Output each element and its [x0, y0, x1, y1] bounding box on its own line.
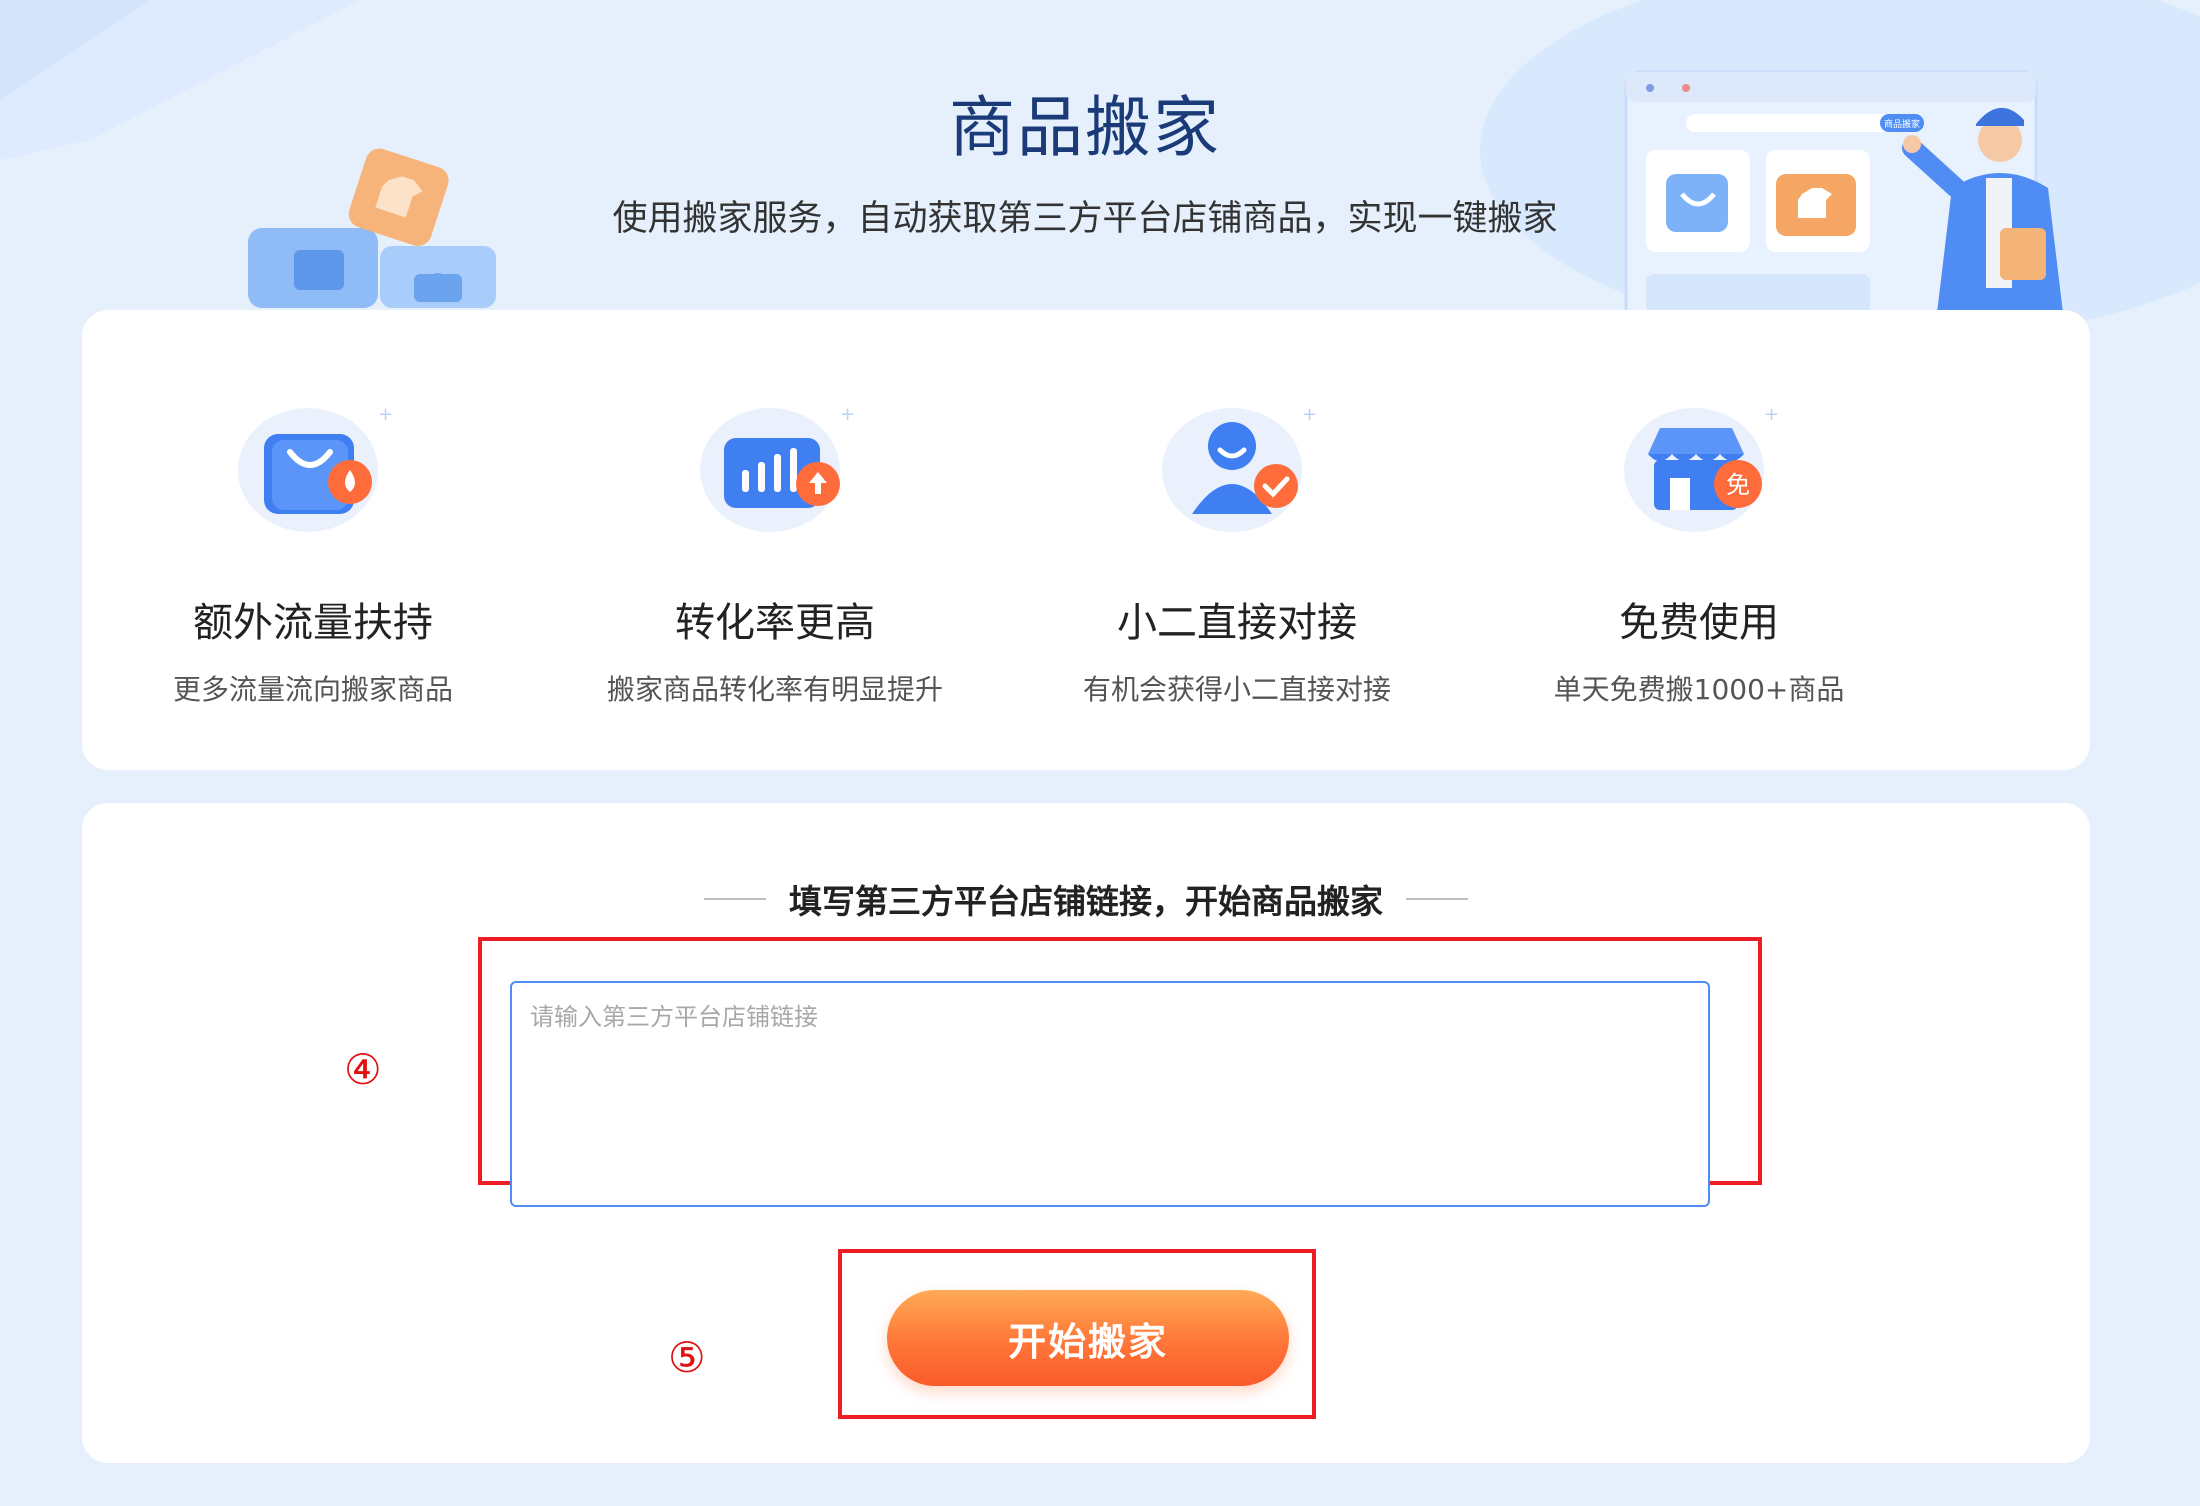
store-migration-illustration: 商品搬家	[1624, 70, 2065, 328]
features-card: + 额外流量扶持 更多流量流向搬家商品 + 转化率更高 搬家商品转化率有明显提升	[82, 310, 2090, 770]
feature-title: 转化率更高	[675, 600, 875, 646]
page-header: 商品搬家 使用搬家服务，自动获取第三方平台店铺商品，实现一键搬家 商品搬家	[0, 0, 2200, 328]
input-highlight-box	[478, 937, 1762, 1207]
feature-free-use: 免 + 免费使用 单天免费搬1000+商品	[1468, 390, 1930, 708]
feature-title: 额外流量扶持	[193, 600, 433, 646]
shopping-bag-flow-icon: +	[238, 404, 393, 532]
start-migration-button[interactable]: 开始搬家	[887, 1290, 1289, 1386]
feature-conversion-rate: + 转化率更高 搬家商品转化率有明显提升	[544, 390, 1006, 708]
migration-form-card: 填写第三方平台店铺链接，开始商品搬家 ④ ⑤ 开始搬家	[82, 803, 2090, 1463]
svg-text:+: +	[840, 404, 855, 425]
person-check-icon: +	[1162, 404, 1317, 532]
feature-desc: 有机会获得小二直接对接	[1082, 673, 1391, 706]
divider-line	[703, 898, 766, 900]
store-free-icon: 免 +	[1624, 404, 1779, 532]
step-4-marker: ④	[344, 1045, 382, 1094]
feature-desc: 更多流量流向搬家商品	[172, 673, 453, 706]
feature-direct-contact: + 小二直接对接 有机会获得小二直接对接	[1006, 390, 1468, 708]
feature-title: 小二直接对接	[1117, 600, 1357, 646]
feature-title: 免费使用	[1619, 600, 1779, 646]
feature-traffic-support: + 额外流量扶持 更多流量流向搬家商品	[82, 390, 544, 708]
svg-text:+: +	[1764, 404, 1779, 425]
svg-text:+: +	[1302, 404, 1317, 425]
free-badge: 免	[1726, 471, 1750, 499]
svg-text:+: +	[378, 404, 393, 425]
feature-desc: 搬家商品转化率有明显提升	[606, 673, 943, 706]
form-heading: 填写第三方平台店铺链接，开始商品搬家	[789, 882, 1383, 921]
form-heading-row: 填写第三方平台店铺链接，开始商品搬家	[82, 875, 2090, 923]
button-highlight-box: 开始搬家	[838, 1249, 1316, 1419]
step-5-marker: ⑤	[668, 1333, 706, 1382]
divider-line	[1406, 898, 1469, 900]
banner-badge: 商品搬家	[1884, 118, 1920, 130]
feature-desc: 单天免费搬1000+商品	[1553, 673, 1845, 706]
store-link-input[interactable]	[510, 981, 1710, 1207]
bar-chart-up-icon: +	[700, 404, 855, 532]
